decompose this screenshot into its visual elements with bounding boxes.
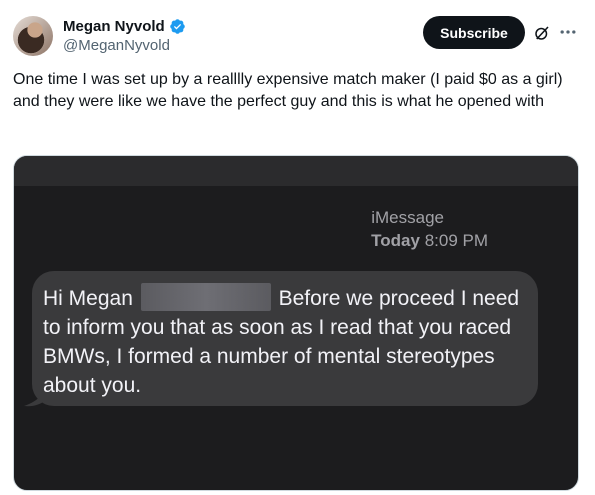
screenshot-top-bar bbox=[14, 156, 578, 186]
message-text-start: Hi Megan bbox=[43, 287, 133, 310]
avatar[interactable] bbox=[13, 16, 53, 56]
imessage-day: Today bbox=[371, 231, 420, 250]
verified-badge-icon bbox=[169, 18, 185, 34]
author-block: Megan Nyvold @MeganNyvold bbox=[63, 16, 186, 54]
redacted-name-blur bbox=[140, 283, 271, 311]
tweet-text: One time I was set up by a realllly expe… bbox=[13, 71, 563, 110]
author-handle[interactable]: @MeganNyvold bbox=[63, 37, 186, 54]
more-icon[interactable] bbox=[558, 22, 578, 42]
imessage-timestamp: Today 8:09 PM bbox=[14, 231, 578, 251]
name-row: Megan Nyvold bbox=[63, 16, 186, 36]
imessage-time: 8:09 PM bbox=[424, 231, 488, 250]
message-bubble: Hi Megan Before we proceed I need to inf… bbox=[32, 271, 538, 406]
grok-icon[interactable] bbox=[533, 24, 551, 42]
subscribe-button[interactable]: Subscribe bbox=[423, 16, 525, 49]
imessage-service-label: iMessage bbox=[371, 208, 444, 227]
tweet-media-screenshot[interactable]: iMessage Today 8:09 PM Hi Megan Before w… bbox=[13, 155, 579, 491]
author-name[interactable]: Megan Nyvold bbox=[63, 18, 165, 35]
